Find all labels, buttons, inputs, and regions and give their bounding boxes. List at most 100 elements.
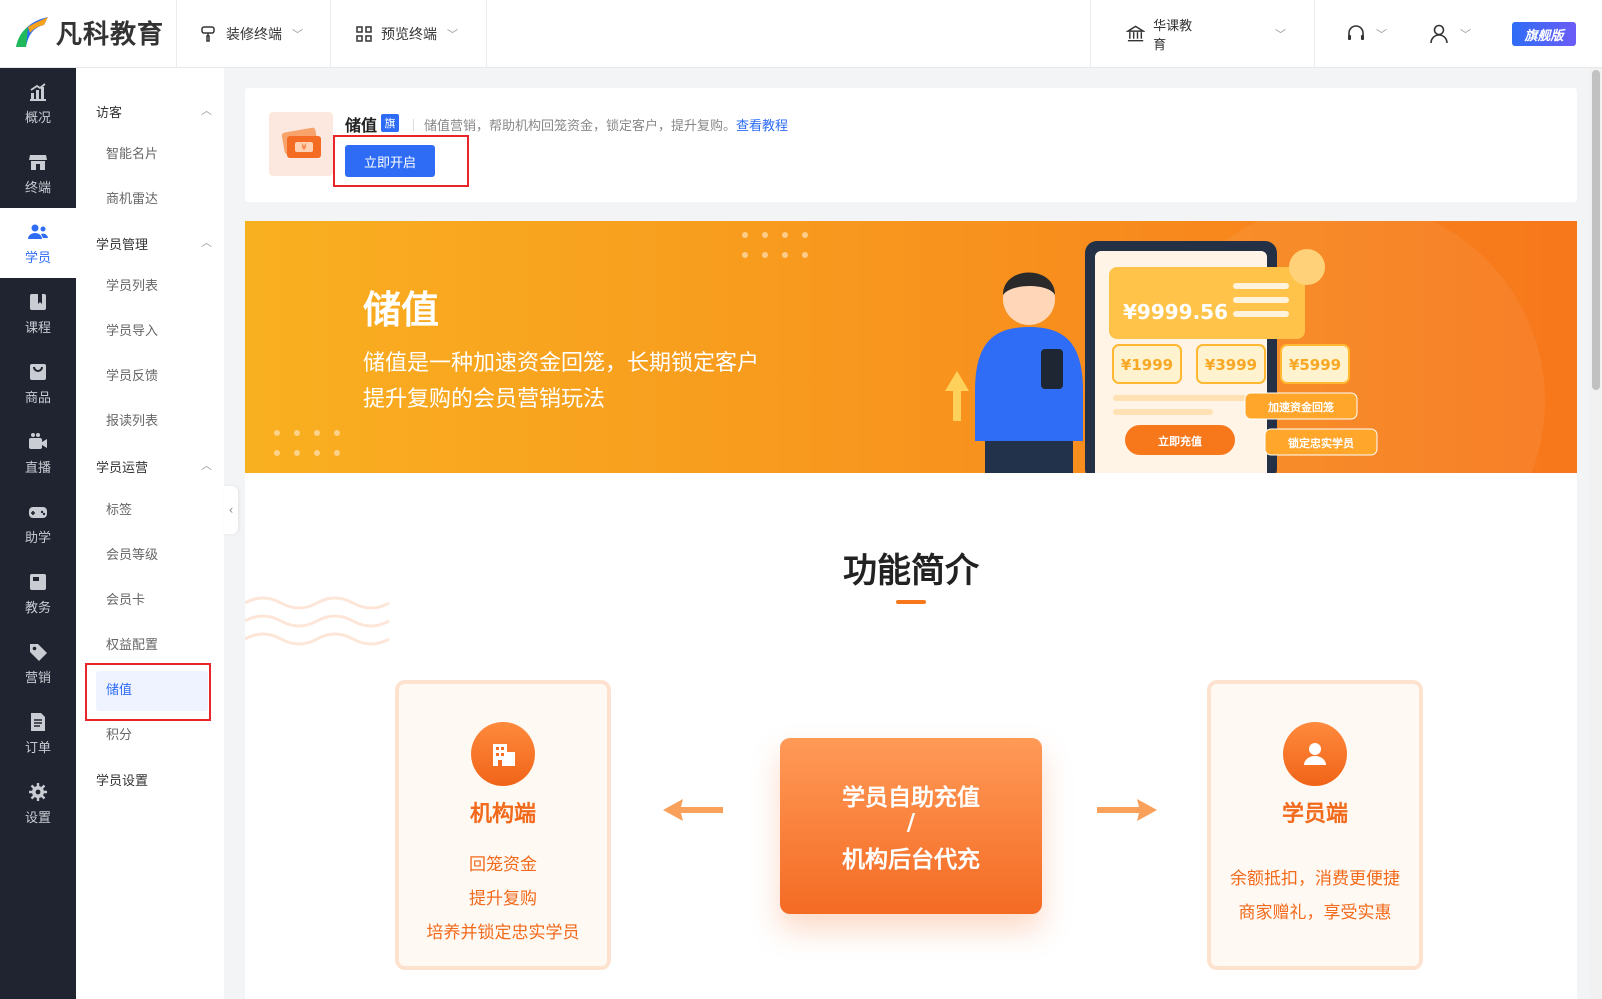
folder-icon (30, 573, 46, 590)
nav-orders[interactable]: 订单 (0, 698, 76, 768)
tutorial-link[interactable]: 查看教程 (736, 119, 788, 134)
nav-live[interactable]: 直播 (0, 418, 76, 488)
nav-marketing[interactable]: 营销 (0, 628, 76, 698)
tag-icon (30, 643, 47, 661)
divider (486, 0, 487, 68)
chevron-down-icon: ﹀ (292, 28, 303, 41)
chevron-down-icon: ﹀ (1376, 28, 1387, 41)
support-menu[interactable]: ﹀ (1346, 22, 1387, 46)
preview-terminal-menu[interactable]: 预览终端 ﹀ (355, 22, 458, 46)
nav-terminal[interactable]: 终端 (0, 138, 76, 208)
subnav-group-student-ops[interactable]: 学员运营 ︿ (96, 457, 212, 476)
subnav-item[interactable]: 学员导入 (106, 320, 158, 339)
chevron-up-icon: ︿ (201, 236, 212, 249)
brand-logo[interactable]: 凡科教育 (14, 13, 164, 51)
nav-academic[interactable]: 教务 (0, 558, 76, 628)
book-icon (30, 293, 46, 310)
center-line: 机构后台代充 (842, 847, 980, 873)
subnav-group-visitors[interactable]: 访客 ︿ (96, 102, 212, 121)
chevron-up-icon: ︿ (201, 104, 212, 117)
arrow-right-icon (1097, 799, 1157, 821)
group-label: 访客 (96, 106, 123, 121)
nav-label: 课程 (24, 320, 51, 336)
subnav-item[interactable]: 智能名片 (106, 143, 158, 162)
nav-label: 助学 (24, 530, 51, 546)
banner-line-2: 提升复购的会员营销玩法 (363, 387, 606, 412)
divider (1314, 0, 1315, 68)
subnav-item[interactable]: 会员等级 (106, 544, 158, 563)
nav-settings[interactable]: 设置 (0, 768, 76, 838)
feature-line: 商家赠礼，享受实惠 (1238, 903, 1392, 923)
app-desc-text: 储值营销，帮助机构回笼资金，锁定客户，提升复购。 (424, 119, 737, 134)
nav-label: 终端 (24, 180, 51, 196)
flagship-flag: 旗 (381, 114, 399, 132)
feature-card-institution: 机构端 回笼资金 提升复购 培养并锁定忠实学员 (395, 680, 611, 970)
sub-nav: 访客 ︿ 智能名片 商机雷达 学员管理 ︿ 学员列表 学员导入 学员反馈 报读列… (76, 68, 224, 999)
bank-icon (1126, 25, 1146, 42)
users-icon (28, 224, 48, 239)
nav-label: 学员 (24, 250, 51, 266)
nav-label: 教务 (24, 600, 51, 616)
brand-logo-icon (14, 13, 50, 51)
divider (413, 119, 414, 131)
nav-study-help[interactable]: 助学 (0, 488, 76, 558)
subnav-item[interactable]: 积分 (106, 724, 132, 743)
title-underline (896, 600, 926, 604)
app-title: 储值 (345, 116, 378, 135)
org-selector[interactable]: 华课教育 ﹀ (1126, 19, 1286, 53)
video-camera-icon (29, 432, 47, 449)
nav-goods[interactable]: 商品 (0, 348, 76, 418)
top-bar: 凡科教育 装修终端 ﹀ 预览终端 ﹀ 华课教育 ﹀ ﹀ ﹀ 旗舰版 (0, 0, 1602, 68)
gamepad-icon (29, 506, 47, 518)
arrow-left-icon (663, 799, 723, 821)
nav-label: 订单 (24, 740, 51, 756)
nav-students[interactable]: 学员 (0, 208, 76, 278)
nav-courses[interactable]: 课程 (0, 278, 76, 348)
tag-text: 加速资金回笼 (1267, 400, 1334, 414)
subnav-group-student-settings[interactable]: 学员设置 (96, 770, 212, 789)
subnav-item[interactable]: 会员卡 (106, 589, 145, 608)
subnav-group-student-manage[interactable]: 学员管理 ︿ (96, 234, 212, 253)
option-text: ¥3999 (1205, 356, 1257, 374)
decorate-terminal-menu[interactable]: 装修终端 ﹀ (200, 22, 303, 46)
bag-icon (30, 363, 46, 380)
option-text: ¥5999 (1289, 356, 1341, 374)
highlight-box (333, 135, 469, 187)
group-label: 学员设置 (96, 774, 149, 789)
subnav-item[interactable]: 标签 (106, 499, 132, 518)
version-badge[interactable]: 旗舰版 (1512, 22, 1576, 46)
feature-line: 培养并锁定忠实学员 (426, 923, 580, 943)
feature-title: 学员端 (1281, 802, 1348, 827)
banner-title: 储值 (363, 288, 440, 332)
subnav-item[interactable]: 报读列表 (106, 410, 158, 429)
tag-text: 锁定忠实学员 (1288, 436, 1354, 450)
user-icon (1430, 24, 1448, 44)
scrollbar-thumb[interactable] (1592, 70, 1600, 390)
feature-line: 回笼资金 (469, 855, 537, 875)
feature-line: 余额抵扣，消费更便捷 (1230, 869, 1400, 889)
subnav-item[interactable]: 权益配置 (106, 634, 158, 653)
divider (1090, 0, 1091, 68)
promo-banner: ¥9999.56 ¥1999 ¥3999 ¥5999 立即充值 加速资金回笼 锁… (245, 221, 1577, 473)
nav-overview[interactable]: 概况 (0, 68, 76, 138)
document-icon (31, 712, 45, 731)
storefront-icon (29, 154, 47, 170)
divider (176, 0, 177, 68)
subnav-item[interactable]: 学员列表 (106, 275, 158, 294)
feature-card-student: 学员端 余额抵扣，消费更便捷 商家赠礼，享受实惠 (1207, 680, 1423, 970)
option-text: ¥1999 (1121, 356, 1173, 374)
subnav-item[interactable]: 学员反馈 (106, 365, 158, 384)
balance-text: ¥9999.56 (1123, 300, 1228, 324)
page-scrollbar[interactable] (1590, 68, 1602, 999)
chevron-down-icon: ﹀ (447, 28, 458, 41)
user-menu[interactable]: ﹀ (1428, 22, 1471, 46)
group-label: 学员管理 (96, 238, 149, 253)
chevron-up-icon: ︿ (201, 459, 212, 472)
feature-intro: 功能简介 机构端 回笼资金 提升复购 培养并锁定忠实学员 学员自助充值 / 机构… (245, 473, 1577, 999)
brand-name: 凡科教育 (56, 19, 165, 50)
nav-label: 直播 (24, 460, 51, 476)
qrcode-icon (356, 26, 372, 42)
feature-line: 提升复购 (469, 889, 537, 909)
collapse-sidebar-button[interactable]: ‹ (224, 486, 238, 534)
subnav-item[interactable]: 商机雷达 (106, 188, 158, 207)
